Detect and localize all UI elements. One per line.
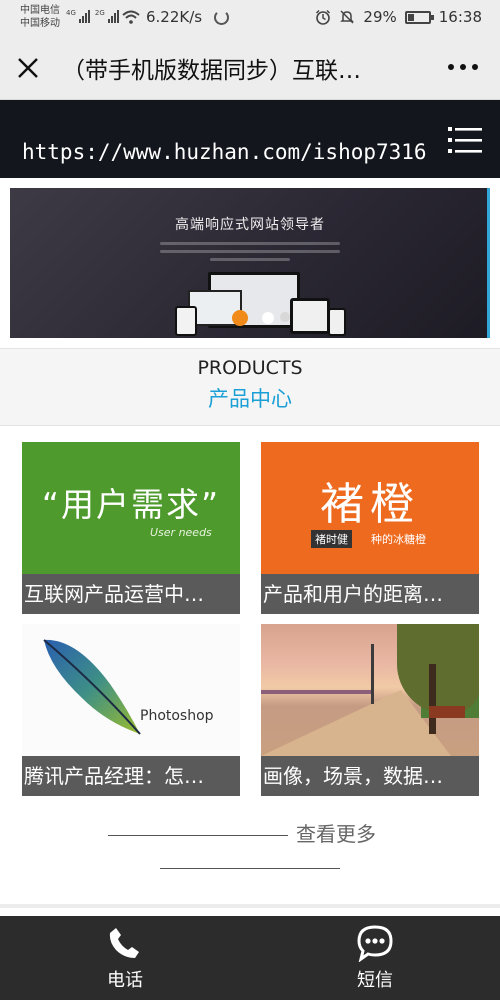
phone-illustration xyxy=(328,308,346,336)
page-title: （带手机版数据同步）互联… xyxy=(62,58,361,84)
banner-subline xyxy=(210,258,290,261)
battery-percent: 29% xyxy=(363,8,397,26)
wifi-icon xyxy=(122,10,140,24)
call-button[interactable]: 电话 xyxy=(50,916,200,1000)
close-icon[interactable] xyxy=(14,54,42,82)
carousel-dot[interactable] xyxy=(262,312,274,324)
bottom-bar: 电话 短信 xyxy=(0,916,500,1000)
thumbnail-subtext: User needs xyxy=(150,526,212,539)
divider-line xyxy=(160,868,340,869)
thumbnail-subtext: 种的冰糖橙 xyxy=(371,533,426,546)
signal-indicators: 4G 2G xyxy=(66,9,119,23)
product-grid: “用户需求” User needs 互联网产品运营中… 褚橙 褚时健 种的冰糖橙… xyxy=(0,426,500,908)
divider-line xyxy=(108,835,288,836)
products-heading-en: PRODUCTS xyxy=(197,357,303,379)
status-right: 29% 16:38 xyxy=(315,8,482,26)
network-type-1: 4G xyxy=(66,9,76,17)
lamp-post-illustration xyxy=(371,644,374,704)
mute-bell-icon xyxy=(340,10,355,24)
phone-icon xyxy=(109,928,139,958)
section-divider xyxy=(0,904,500,908)
signal-bars-icon xyxy=(78,9,90,23)
product-thumbnail: Photoshop xyxy=(22,624,240,756)
carrier-info: 中国电信 中国移动 xyxy=(20,4,60,30)
banner-title: 高端响应式网站领导者 xyxy=(175,217,325,233)
loading-icon xyxy=(214,9,230,25)
network-speed: 6.22K/s xyxy=(122,8,230,26)
product-caption: 产品和用户的距离… xyxy=(261,574,479,614)
chat-bubble-icon xyxy=(357,925,393,962)
product-caption: 互联网产品运营中… xyxy=(22,574,240,614)
thumbnail-tag: 褚时健 xyxy=(311,530,352,548)
products-heading-cn: 产品中心 xyxy=(208,387,292,411)
thumbnail-text: 褚橙 xyxy=(320,479,420,530)
site-url-watermark: https://www.huzhan.com/ishop7316 xyxy=(22,140,427,164)
carrier-2: 中国移动 xyxy=(20,18,60,29)
signal-bars-icon xyxy=(107,9,119,23)
product-card[interactable]: 画像，场景，数据… xyxy=(261,624,479,796)
top-nav: （带手机版数据同步）互联… xyxy=(0,36,500,100)
banner-subline xyxy=(160,242,340,245)
thumbnail-text: Photoshop xyxy=(140,708,214,724)
railing-illustration xyxy=(261,690,371,694)
tree-trunk-illustration xyxy=(429,664,436,734)
sms-button[interactable]: 短信 xyxy=(300,916,450,1000)
battery-icon xyxy=(404,10,434,24)
hamburger-menu-icon[interactable] xyxy=(446,124,484,156)
more-options-icon[interactable] xyxy=(448,64,478,70)
product-thumbnail: “用户需求” User needs xyxy=(22,442,240,574)
tablet-illustration xyxy=(290,298,330,334)
alarm-icon xyxy=(316,9,331,25)
product-thumbnail: 褚橙 褚时健 种的冰糖橙 xyxy=(261,442,479,574)
clock: 16:38 xyxy=(438,8,482,26)
thumbnail-text: “用户需求” xyxy=(41,485,221,524)
carousel-dot-active[interactable] xyxy=(232,310,248,326)
bench-illustration xyxy=(429,706,465,718)
banner-subline xyxy=(160,250,340,253)
product-thumbnail xyxy=(261,624,479,756)
call-label: 电话 xyxy=(107,970,143,991)
banner-image[interactable]: 高端响应式网站领导者 xyxy=(10,188,490,338)
view-more-link[interactable]: 查看更多 xyxy=(296,818,376,847)
sms-label: 短信 xyxy=(357,970,393,991)
speed-text: 6.22K/s xyxy=(146,8,203,26)
network-type-2: 2G xyxy=(94,9,105,17)
products-heading: PRODUCTS 产品中心 xyxy=(0,348,500,426)
product-card[interactable]: 褚橙 褚时健 种的冰糖橙 产品和用户的距离… xyxy=(261,442,479,614)
feather-icon xyxy=(43,639,141,735)
product-caption: 腾讯产品经理：怎… xyxy=(22,756,240,796)
page: 中国电信 中国移动 4G 2G 6.22K/s 29% 16:38 （带手机版数… xyxy=(0,0,500,1000)
site-header: https://www.huzhan.com/ishop7316 xyxy=(0,100,500,178)
product-caption: 画像，场景，数据… xyxy=(261,756,479,796)
status-bar: 中国电信 中国移动 4G 2G 6.22K/s 29% 16:38 xyxy=(0,0,500,36)
carousel-dot[interactable] xyxy=(280,312,290,322)
product-card[interactable]: “用户需求” User needs 互联网产品运营中… xyxy=(22,442,240,614)
phone-illustration xyxy=(175,306,197,336)
view-more-row: 查看更多 xyxy=(0,818,500,848)
banner-section: 高端响应式网站领导者 xyxy=(0,178,500,348)
carrier-1: 中国电信 xyxy=(20,5,60,16)
product-card[interactable]: Photoshop 腾讯产品经理：怎… xyxy=(22,624,240,796)
